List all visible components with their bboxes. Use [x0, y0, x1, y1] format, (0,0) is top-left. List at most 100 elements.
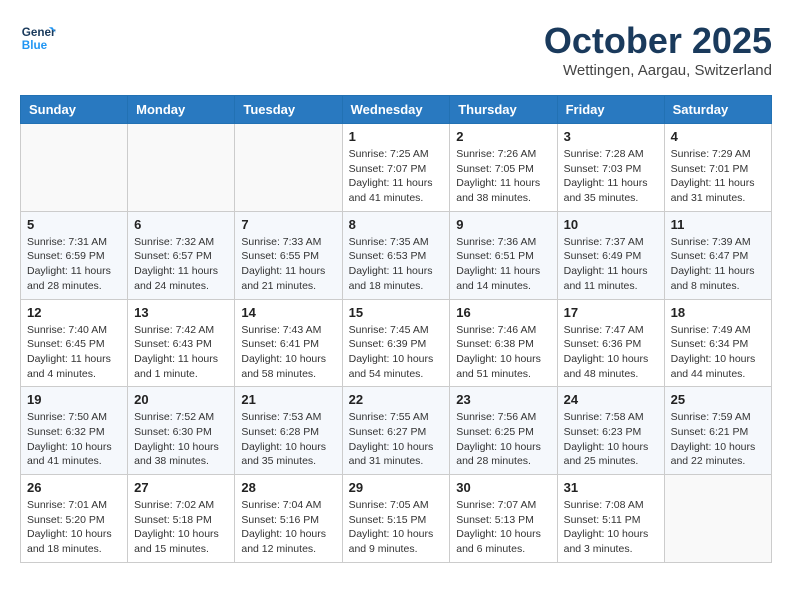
- cell-info: Sunrise: 7:52 AM Sunset: 6:30 PM Dayligh…: [134, 410, 228, 469]
- calendar-cell: 27 Sunrise: 7:02 AM Sunset: 5:18 PM Dayli…: [128, 475, 235, 563]
- calendar-cell: [235, 124, 342, 212]
- calendar-cell: 12 Sunrise: 7:40 AM Sunset: 6:45 PM Dayli…: [21, 299, 128, 387]
- cell-info: Sunrise: 7:58 AM Sunset: 6:23 PM Dayligh…: [564, 410, 658, 469]
- cell-info: Sunrise: 7:04 AM Sunset: 5:16 PM Dayligh…: [241, 498, 335, 557]
- day-number: 7: [241, 217, 335, 232]
- calendar-cell: 2 Sunrise: 7:26 AM Sunset: 7:05 PM Daylig…: [450, 124, 557, 212]
- day-number: 25: [671, 392, 765, 407]
- calendar-cell: 6 Sunrise: 7:32 AM Sunset: 6:57 PM Daylig…: [128, 211, 235, 299]
- cell-info: Sunrise: 7:26 AM Sunset: 7:05 PM Dayligh…: [456, 147, 550, 206]
- day-number: 24: [564, 392, 658, 407]
- day-number: 11: [671, 217, 765, 232]
- cell-info: Sunrise: 7:40 AM Sunset: 6:45 PM Dayligh…: [27, 323, 121, 382]
- calendar-cell: 16 Sunrise: 7:46 AM Sunset: 6:38 PM Dayli…: [450, 299, 557, 387]
- calendar-week-3: 12 Sunrise: 7:40 AM Sunset: 6:45 PM Dayli…: [21, 299, 772, 387]
- day-number: 4: [671, 129, 765, 144]
- calendar-week-2: 5 Sunrise: 7:31 AM Sunset: 6:59 PM Daylig…: [21, 211, 772, 299]
- cell-info: Sunrise: 7:39 AM Sunset: 6:47 PM Dayligh…: [671, 235, 765, 294]
- day-number: 27: [134, 480, 228, 495]
- day-number: 13: [134, 305, 228, 320]
- calendar-cell: 26 Sunrise: 7:01 AM Sunset: 5:20 PM Dayli…: [21, 475, 128, 563]
- calendar-cell: 30Sunrise: 7:07 AM Sunset: 5:13 PM Dayli…: [450, 475, 557, 563]
- calendar-cell: 4 Sunrise: 7:29 AM Sunset: 7:01 PM Daylig…: [664, 124, 771, 212]
- day-number: 3: [564, 129, 658, 144]
- day-number: 2: [456, 129, 550, 144]
- calendar-cell: 13 Sunrise: 7:42 AM Sunset: 6:43 PM Dayli…: [128, 299, 235, 387]
- calendar-cell: 20 Sunrise: 7:52 AM Sunset: 6:30 PM Dayli…: [128, 387, 235, 475]
- cell-info: Sunrise: 7:46 AM Sunset: 6:38 PM Dayligh…: [456, 323, 550, 382]
- day-number: 30: [456, 480, 550, 495]
- cell-info: Sunrise: 7:33 AM Sunset: 6:55 PM Dayligh…: [241, 235, 335, 294]
- day-number: 28: [241, 480, 335, 495]
- calendar-cell: [664, 475, 771, 563]
- weekday-header-wednesday: Wednesday: [342, 96, 450, 124]
- page-header: General Blue October 2025 Wettingen, Aar…: [20, 20, 772, 79]
- cell-info: Sunrise: 7:37 AM Sunset: 6:49 PM Dayligh…: [564, 235, 658, 294]
- calendar-cell: 23Sunrise: 7:56 AM Sunset: 6:25 PM Dayli…: [450, 387, 557, 475]
- cell-info: Sunrise: 7:43 AM Sunset: 6:41 PM Dayligh…: [241, 323, 335, 382]
- weekday-header-tuesday: Tuesday: [235, 96, 342, 124]
- month-title: October 2025: [544, 20, 772, 62]
- day-number: 15: [349, 305, 444, 320]
- cell-info: Sunrise: 7:56 AM Sunset: 6:25 PM Dayligh…: [456, 410, 550, 469]
- day-number: 17: [564, 305, 658, 320]
- day-number: 19: [27, 392, 121, 407]
- calendar-table: SundayMondayTuesdayWednesdayThursdayFrid…: [20, 95, 772, 563]
- day-number: 29: [349, 480, 444, 495]
- cell-info: Sunrise: 7:45 AM Sunset: 6:39 PM Dayligh…: [349, 323, 444, 382]
- calendar-cell: 31 Sunrise: 7:08 AM Sunset: 5:11 PM Dayli…: [557, 475, 664, 563]
- calendar-cell: 24 Sunrise: 7:58 AM Sunset: 6:23 PM Dayli…: [557, 387, 664, 475]
- calendar-cell: 11 Sunrise: 7:39 AM Sunset: 6:47 PM Dayli…: [664, 211, 771, 299]
- weekday-header-sunday: Sunday: [21, 96, 128, 124]
- cell-info: Sunrise: 7:32 AM Sunset: 6:57 PM Dayligh…: [134, 235, 228, 294]
- day-number: 22: [349, 392, 444, 407]
- weekday-header-friday: Friday: [557, 96, 664, 124]
- calendar-cell: 19Sunrise: 7:50 AM Sunset: 6:32 PM Dayli…: [21, 387, 128, 475]
- day-number: 12: [27, 305, 121, 320]
- cell-info: Sunrise: 7:49 AM Sunset: 6:34 PM Dayligh…: [671, 323, 765, 382]
- calendar-cell: 21Sunrise: 7:53 AM Sunset: 6:28 PM Dayli…: [235, 387, 342, 475]
- cell-info: Sunrise: 7:59 AM Sunset: 6:21 PM Dayligh…: [671, 410, 765, 469]
- calendar-cell: 14Sunrise: 7:43 AM Sunset: 6:41 PM Dayli…: [235, 299, 342, 387]
- day-number: 20: [134, 392, 228, 407]
- calendar-cell: 28 Sunrise: 7:04 AM Sunset: 5:16 PM Dayli…: [235, 475, 342, 563]
- calendar-cell: 8Sunrise: 7:35 AM Sunset: 6:53 PM Daylig…: [342, 211, 450, 299]
- cell-info: Sunrise: 7:02 AM Sunset: 5:18 PM Dayligh…: [134, 498, 228, 557]
- weekday-header-saturday: Saturday: [664, 96, 771, 124]
- cell-info: Sunrise: 7:31 AM Sunset: 6:59 PM Dayligh…: [27, 235, 121, 294]
- calendar-cell: 17 Sunrise: 7:47 AM Sunset: 6:36 PM Dayli…: [557, 299, 664, 387]
- weekday-header-monday: Monday: [128, 96, 235, 124]
- calendar-cell: [21, 124, 128, 212]
- cell-info: Sunrise: 7:28 AM Sunset: 7:03 PM Dayligh…: [564, 147, 658, 206]
- calendar-cell: [128, 124, 235, 212]
- calendar-week-4: 19Sunrise: 7:50 AM Sunset: 6:32 PM Dayli…: [21, 387, 772, 475]
- cell-info: Sunrise: 7:47 AM Sunset: 6:36 PM Dayligh…: [564, 323, 658, 382]
- cell-info: Sunrise: 7:36 AM Sunset: 6:51 PM Dayligh…: [456, 235, 550, 294]
- weekday-header-thursday: Thursday: [450, 96, 557, 124]
- cell-info: Sunrise: 7:55 AM Sunset: 6:27 PM Dayligh…: [349, 410, 444, 469]
- calendar-cell: 10 Sunrise: 7:37 AM Sunset: 6:49 PM Dayli…: [557, 211, 664, 299]
- day-number: 31: [564, 480, 658, 495]
- title-section: October 2025 Wettingen, Aargau, Switzerl…: [544, 20, 772, 79]
- cell-info: Sunrise: 7:42 AM Sunset: 6:43 PM Dayligh…: [134, 323, 228, 382]
- cell-info: Sunrise: 7:25 AM Sunset: 7:07 PM Dayligh…: [349, 147, 444, 206]
- day-number: 6: [134, 217, 228, 232]
- cell-info: Sunrise: 7:53 AM Sunset: 6:28 PM Dayligh…: [241, 410, 335, 469]
- cell-info: Sunrise: 7:01 AM Sunset: 5:20 PM Dayligh…: [27, 498, 121, 557]
- svg-text:Blue: Blue: [22, 39, 48, 52]
- calendar-cell: 9 Sunrise: 7:36 AM Sunset: 6:51 PM Daylig…: [450, 211, 557, 299]
- cell-info: Sunrise: 7:29 AM Sunset: 7:01 PM Dayligh…: [671, 147, 765, 206]
- calendar-cell: 5 Sunrise: 7:31 AM Sunset: 6:59 PM Daylig…: [21, 211, 128, 299]
- day-number: 26: [27, 480, 121, 495]
- calendar-cell: 18Sunrise: 7:49 AM Sunset: 6:34 PM Dayli…: [664, 299, 771, 387]
- day-number: 9: [456, 217, 550, 232]
- calendar-cell: 1Sunrise: 7:25 AM Sunset: 7:07 PM Daylig…: [342, 124, 450, 212]
- calendar-cell: 25 Sunrise: 7:59 AM Sunset: 6:21 PM Dayli…: [664, 387, 771, 475]
- day-number: 16: [456, 305, 550, 320]
- logo-icon: General Blue: [20, 20, 56, 56]
- cell-info: Sunrise: 7:08 AM Sunset: 5:11 PM Dayligh…: [564, 498, 658, 557]
- day-number: 10: [564, 217, 658, 232]
- day-number: 5: [27, 217, 121, 232]
- calendar-cell: 15 Sunrise: 7:45 AM Sunset: 6:39 PM Dayli…: [342, 299, 450, 387]
- calendar-week-1: 1Sunrise: 7:25 AM Sunset: 7:07 PM Daylig…: [21, 124, 772, 212]
